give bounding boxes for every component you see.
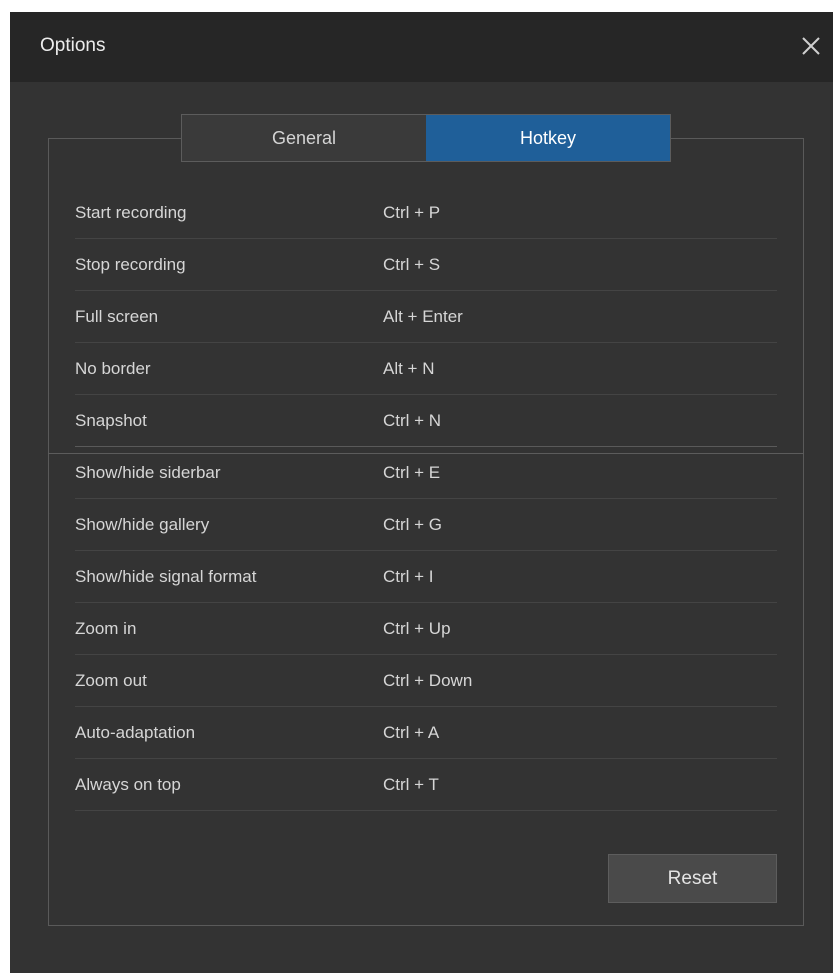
tab-bar: General Hotkey — [181, 114, 671, 162]
hotkey-action: Stop recording — [75, 255, 186, 274]
close-icon — [802, 37, 820, 55]
close-button[interactable] — [797, 32, 825, 60]
hotkey-key[interactable]: Ctrl + A — [383, 723, 439, 743]
hotkey-action: Show/hide siderbar — [75, 463, 221, 482]
dialog-title: Options — [40, 35, 106, 56]
hotkey-key[interactable]: Ctrl + G — [383, 515, 442, 535]
tab-general[interactable]: General — [182, 115, 426, 161]
hotkey-key[interactable]: Ctrl + S — [383, 255, 440, 275]
hotkey-row[interactable]: Always on top Ctrl + T — [75, 759, 777, 811]
tab-general-label: General — [271, 127, 337, 148]
title-bar: Options — [10, 12, 833, 82]
reset-button[interactable]: Reset — [608, 854, 777, 903]
hotkey-key[interactable]: Alt + N — [383, 359, 435, 379]
tab-hotkey-label: Hotkey — [519, 127, 577, 148]
hotkey-action: Zoom in — [75, 619, 137, 638]
hotkey-action: Show/hide signal format — [75, 567, 257, 586]
hotkey-key[interactable]: Alt + Enter — [383, 307, 463, 327]
hotkey-row[interactable]: Start recording Ctrl + P — [75, 187, 777, 239]
hotkey-action: Zoom out — [75, 671, 147, 690]
hotkey-action: No border — [75, 359, 151, 378]
hotkey-key[interactable]: Ctrl + I — [383, 567, 434, 587]
hotkey-row[interactable]: Snapshot Ctrl + N — [75, 395, 777, 447]
options-dialog: Options General Hotkey Start recording C… — [10, 12, 833, 973]
hotkey-row[interactable]: Zoom in Ctrl + Up — [75, 603, 777, 655]
hotkey-list: Start recording Ctrl + P Stop recording … — [75, 187, 777, 811]
hotkey-action: Auto-adaptation — [75, 723, 196, 742]
hotkey-key[interactable]: Ctrl + N — [383, 411, 441, 431]
hotkey-row[interactable]: Auto-adaptation Ctrl + A — [75, 707, 777, 759]
hotkey-key[interactable]: Ctrl + E — [383, 463, 440, 483]
hotkey-row[interactable]: Show/hide signal format Ctrl + I — [75, 551, 777, 603]
hotkey-row[interactable]: Show/hide siderbar Ctrl + E — [75, 447, 777, 499]
hotkey-row[interactable]: Stop recording Ctrl + S — [75, 239, 777, 291]
hotkey-action: Start recording — [75, 203, 187, 222]
hotkey-action: Show/hide gallery — [75, 515, 210, 534]
hotkey-row[interactable]: No border Alt + N — [75, 343, 777, 395]
hotkey-row[interactable]: Zoom out Ctrl + Down — [75, 655, 777, 707]
hotkey-key[interactable]: Ctrl + P — [383, 203, 440, 223]
hotkey-key[interactable]: Ctrl + T — [383, 775, 439, 795]
hotkey-row[interactable]: Show/hide gallery Ctrl + G — [75, 499, 777, 551]
hotkey-key[interactable]: Ctrl + Up — [383, 619, 451, 639]
hotkey-key[interactable]: Ctrl + Down — [383, 671, 472, 691]
hotkey-action: Snapshot — [75, 411, 147, 430]
hotkey-row[interactable]: Full screen Alt + Enter — [75, 291, 777, 343]
tab-hotkey[interactable]: Hotkey — [426, 115, 670, 161]
hotkey-action: Full screen — [75, 307, 159, 326]
hotkey-action: Always on top — [75, 775, 181, 794]
